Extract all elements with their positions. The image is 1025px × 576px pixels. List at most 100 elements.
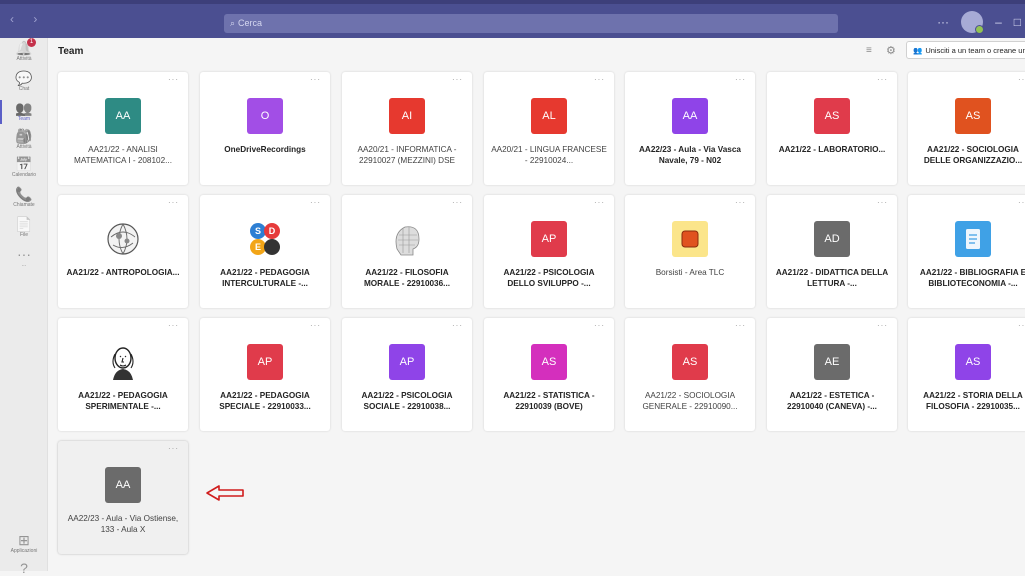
more-options-icon[interactable]: ··· <box>594 321 605 330</box>
team-name: AA20/21 - LINGUA FRANCESE - 22910024... <box>491 145 607 165</box>
portrait-drawing-icon <box>112 347 134 380</box>
team-card[interactable]: ··· AA21/22 - ANTROPOLOGIA... <box>58 195 188 308</box>
bell-icon: 🔔 <box>15 40 33 56</box>
more-options-icon[interactable]: ··· <box>735 75 746 84</box>
rail-item-help[interactable]: ? <box>0 560 48 576</box>
more-options-icon[interactable]: ··· <box>452 321 463 330</box>
team-card[interactable]: ··· AL AA20/21 - LINGUA FRANCESE - 2291002… <box>484 72 614 185</box>
rail-item-more[interactable]: ···... <box>0 246 48 268</box>
more-options-icon[interactable]: ··· <box>168 198 179 207</box>
team-card[interactable]: ··· AA21/22 - FILOSOFIA MORALE - 22910036… <box>342 195 472 308</box>
head-drawing-icon <box>395 226 420 256</box>
team-card[interactable]: ··· AA AA21/22 - ANALISI MATEMATICA I - 20… <box>58 72 188 185</box>
team-card[interactable]: ··· AS AA21/22 - STORIA DELLA FILOSOFIA - … <box>908 318 1025 431</box>
team-card[interactable]: ··· S D E AA21/22 - PEDAGOGIA INTERCULTURALE… <box>200 195 330 308</box>
gear-icon[interactable]: ⚙ <box>886 44 896 57</box>
team-name: AA21/22 - FILOSOFIA MORALE - 22910036... <box>363 268 450 288</box>
more-options-icon[interactable]: ··· <box>594 75 605 84</box>
rail-item-attivit[interactable]: 🎒 Attività <box>0 128 48 150</box>
red-arrow-annotation <box>206 485 244 501</box>
team-avatar: AS <box>531 344 567 380</box>
team-avatar: AE <box>814 344 850 380</box>
more-options-icon[interactable]: ··· <box>735 321 746 330</box>
document-icon-icon <box>955 221 991 257</box>
team-card[interactable]: ··· AA AA22/23 - Aula - Via Vasca Navale, … <box>625 72 755 185</box>
more-options-icon[interactable]: ··· <box>452 75 463 84</box>
team-card[interactable]: ··· AE AA21/22 - ESTETICA - 22910040 (CANE… <box>767 318 897 431</box>
orange-square-icon <box>672 221 708 257</box>
filter-icon[interactable]: ≡ <box>866 45 872 56</box>
more-options-icon[interactable]: ··· <box>735 198 746 207</box>
team-name: AA21/22 - BIBLIOGRAFIA E BIBLIOTECONOMIA… <box>919 268 1025 288</box>
avatar[interactable] <box>961 11 985 34</box>
teams-header: Team ≡ ⚙ 👥 Unisciti a un team o creane un… <box>48 38 1025 64</box>
more-options-icon[interactable]: ··· <box>1018 321 1025 330</box>
team-card[interactable]: ··· AS AA21/22 - SOCIOLOGIA DELLE ORGANIZZ… <box>908 72 1025 185</box>
more-options-icon[interactable]: ··· <box>168 444 179 453</box>
rail-item-file[interactable]: 📄 File <box>0 216 48 238</box>
more-options-icon[interactable]: ··· <box>310 198 321 207</box>
more-options-icon[interactable]: ··· <box>937 15 949 29</box>
team-name: AA21/22 - STATISTICA - 22910039 (BOVE) <box>503 391 595 411</box>
backpack-icon: 🎒 <box>15 128 33 144</box>
search-placeholder: Cerca <box>238 18 263 28</box>
more-options-icon[interactable]: ··· <box>1018 198 1025 207</box>
rail-label: Team <box>17 116 31 122</box>
join-or-create-team-button[interactable]: 👥 Unisciti a un team o creane uno <box>906 41 1025 59</box>
help-icon: ? <box>20 560 28 576</box>
team-card[interactable]: ··· O OneDriveRecordings <box>200 72 330 185</box>
team-avatar: O <box>247 98 283 134</box>
rail-item-chat[interactable]: 💬 Chat <box>0 70 48 92</box>
team-card[interactable]: ··· AA AA22/23 - Aula - Via Ostiense, 133 … <box>58 441 188 554</box>
team-card[interactable]: ··· AS AA21/22 - STATISTICA - 22910039 (BO… <box>484 318 614 431</box>
team-card[interactable]: ··· AP AA21/22 - PSICOLOGIA DELLO SVILUPPO… <box>484 195 614 308</box>
team-card[interactable]: ··· AP AA21/22 - PSICOLOGIA SOCIALE - 2291… <box>342 318 472 431</box>
rail-label: Attività <box>16 56 32 62</box>
rail-item-calendario[interactable]: 📅 Calendario <box>0 156 48 178</box>
team-card[interactable]: ··· AS AA21/22 - LABORATORIO... <box>767 72 897 185</box>
more-options-icon[interactable]: ··· <box>310 321 321 330</box>
team-avatar: AS <box>955 98 991 134</box>
team-name: AA21/22 - PSICOLOGIA SOCIALE - 22910038.… <box>361 391 453 411</box>
team-card[interactable]: ··· AI AA20/21 - INFORMATICA - 22910027 (M… <box>342 72 472 185</box>
more-options-icon[interactable]: ··· <box>310 75 321 84</box>
rail-item-chiamate[interactable]: 📞 Chiamate <box>0 186 48 208</box>
rail-item-applicazioni[interactable]: ⊞ Applicazioni <box>0 532 48 554</box>
team-name: AA21/22 - STORIA DELLA FILOSOFIA - 22910… <box>923 391 1023 411</box>
more-options-icon[interactable]: ··· <box>877 321 888 330</box>
join-button-label: Unisciti a un team o creane uno <box>925 46 1025 55</box>
team-name: AA21/22 - PEDAGOGIA SPERIMENTALE -... <box>78 391 168 411</box>
rail-label: Chat <box>18 86 30 92</box>
team-avatar: AA <box>672 98 708 134</box>
minimize-icon[interactable]: – <box>995 15 1002 29</box>
rail-item-attivit[interactable]: 🔔 Attività 1 <box>0 38 48 62</box>
svg-text:E: E <box>255 242 261 252</box>
team-card[interactable]: ··· AD AA21/22 - DIDATTICA DELLA LETTURA -… <box>767 195 897 308</box>
team-name: AA21/22 - PEDAGOGIA INTERCULTURALE -... <box>220 268 310 288</box>
more-options-icon[interactable]: ··· <box>594 198 605 207</box>
team-card[interactable]: ··· AA21/22 - PEDAGOGIA SPERIMENTALE -... <box>58 318 188 431</box>
more-options-icon[interactable]: ··· <box>877 75 888 84</box>
more-options-icon[interactable]: ··· <box>168 75 179 84</box>
team-card[interactable]: ··· Borsisti - Area TLC <box>625 195 755 308</box>
team-avatar: AS <box>814 98 850 134</box>
team-card[interactable]: ··· AS AA21/22 - SOCIOLOGIA GENERALE - 229… <box>625 318 755 431</box>
team-avatar: AD <box>814 221 850 257</box>
back-forward-arrows[interactable]: ‹ › <box>10 12 45 26</box>
maximize-icon[interactable]: □ <box>1014 15 1021 29</box>
more-options-icon[interactable]: ··· <box>452 198 463 207</box>
more-options-icon[interactable]: ··· <box>168 321 179 330</box>
more-options-icon[interactable]: ··· <box>877 198 888 207</box>
rail-label: Chiamate <box>13 202 35 208</box>
more-options-icon[interactable]: ··· <box>1018 75 1025 84</box>
rail-item-team[interactable]: 👥 Team <box>0 100 48 124</box>
team-name: AA21/22 - ANALISI MATEMATICA I - 208102.… <box>74 145 172 165</box>
search-input[interactable]: ⌕ Cerca <box>224 14 838 33</box>
team-name: AA22/23 - Aula - Via Vasca Navale, 79 - … <box>639 145 741 165</box>
team-name: AA21/22 - ESTETICA - 22910040 (CANEVA) -… <box>787 391 877 411</box>
window-controls: ··· – □ <box>937 10 1025 34</box>
chat-icon: 💬 <box>15 70 33 86</box>
team-card[interactable]: ··· AP AA21/22 - PEDAGOGIA SPECIALE - 2291… <box>200 318 330 431</box>
team-avatar: AL <box>531 98 567 134</box>
team-card[interactable]: ··· AA21/22 - BIBLIOGRAFIA E BIBLIOTECONO… <box>908 195 1025 308</box>
